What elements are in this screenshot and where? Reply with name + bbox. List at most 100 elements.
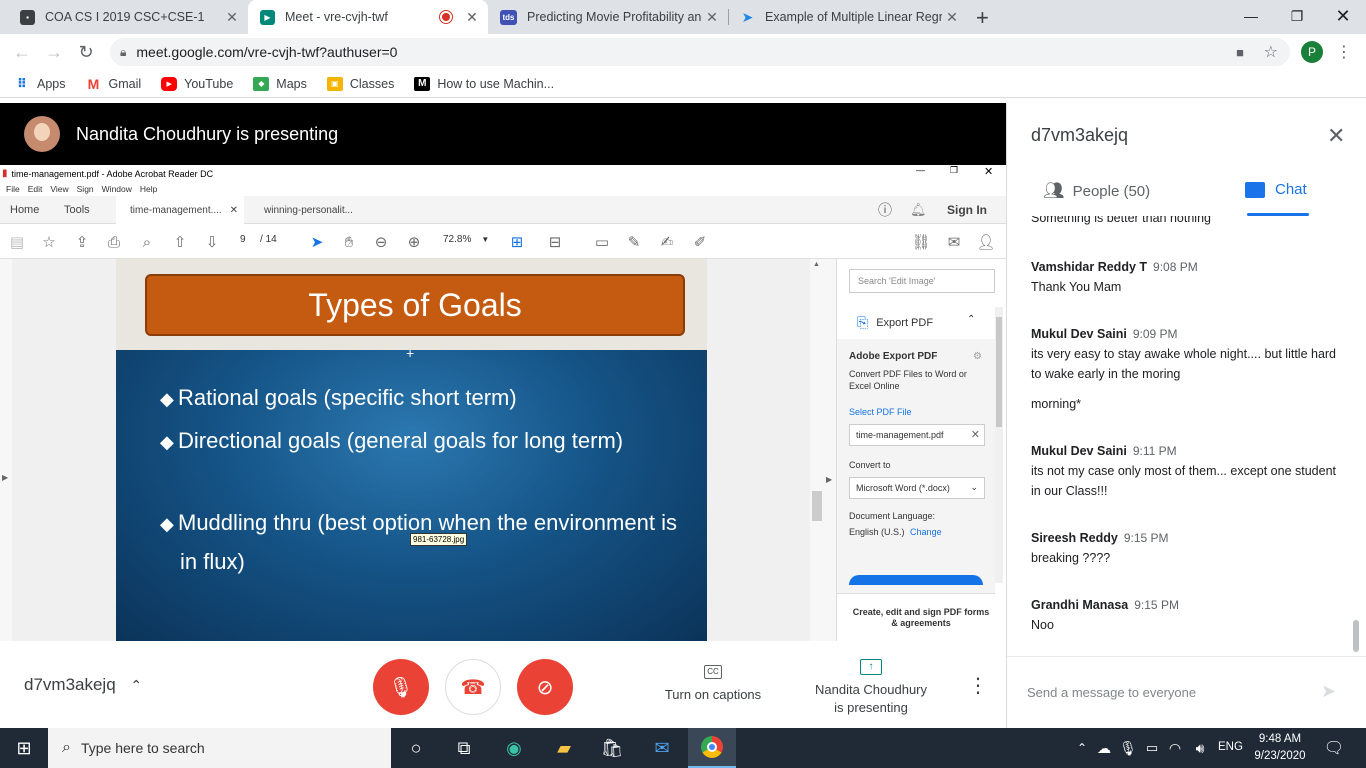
scroll-mode-icon[interactable]: ⊟ xyxy=(545,232,565,252)
mail-icon[interactable]: ✉ xyxy=(650,736,674,760)
address-bar[interactable]: 🔒︎ meet.google.com/vre-cvjh-twf?authuser… xyxy=(110,38,1290,66)
collapse-chevron-icon[interactable]: ⌃ xyxy=(967,314,975,325)
bookmark-star-icon[interactable]: ☆ xyxy=(39,232,59,252)
onedrive-icon[interactable]: ☁ xyxy=(1092,736,1116,760)
taskbar-search[interactable]: ⌕ Type here to search xyxy=(48,728,391,768)
back-icon[interactable]: ← xyxy=(11,41,33,63)
close-tab-icon[interactable]: ✕ xyxy=(222,9,242,26)
convert-button[interactable] xyxy=(849,575,983,585)
close-panel-icon[interactable]: ✕ xyxy=(1327,123,1345,149)
menu-view[interactable]: View xyxy=(50,184,68,194)
close-window-icon[interactable]: ✕ xyxy=(1320,0,1366,32)
fill-sign-icon[interactable]: ✐ xyxy=(690,232,710,252)
browser-tab-predicting[interactable]: tds Predicting Movie Profitability and ✕ xyxy=(488,0,728,34)
scroll-up-icon[interactable]: ▲ xyxy=(813,261,820,268)
bookmark-gmail[interactable]: M Gmail xyxy=(86,76,142,92)
help-icon[interactable]: ⓘ xyxy=(878,196,892,224)
tab-winning-personality[interactable]: winning-personalit... xyxy=(264,196,353,224)
acrobat-minimize-icon[interactable]: — xyxy=(916,165,925,175)
menu-kebab-icon[interactable]: ⋮ xyxy=(1336,42,1352,62)
more-options-icon[interactable]: ⋮ xyxy=(968,673,988,698)
add-user-icon[interactable]: 👤︎ xyxy=(976,232,996,252)
page-down-icon[interactable]: ⇩ xyxy=(202,232,222,252)
zoom-in-icon[interactable]: ⊕ xyxy=(404,232,424,252)
edge-icon[interactable]: ◉ xyxy=(502,736,526,760)
comment-icon[interactable]: ▭ xyxy=(592,232,612,252)
captions-button[interactable]: CC Turn on captions xyxy=(660,661,766,702)
chat-message-input[interactable]: Send a message to everyone xyxy=(1027,685,1196,700)
print-icon[interactable]: ⎙ xyxy=(104,232,124,252)
document-scrollbar[interactable]: ▲ xyxy=(810,259,824,641)
show-hidden-icons-icon[interactable]: ⌃ xyxy=(1070,736,1094,760)
language-indicator[interactable]: ENG xyxy=(1218,741,1243,753)
change-language-link[interactable]: Change xyxy=(910,527,942,537)
notification-bell-icon[interactable]: 🔔︎ xyxy=(910,196,927,224)
close-tab-icon[interactable]: ✕ xyxy=(462,9,482,26)
link-icon[interactable]: ⛓︎ xyxy=(911,232,931,252)
email-icon[interactable]: ✉ xyxy=(944,232,964,252)
camera-off-button[interactable]: ⊘ xyxy=(517,659,573,715)
restore-icon[interactable]: ❐ xyxy=(1274,0,1320,32)
star-icon[interactable]: ☆ xyxy=(1264,42,1278,62)
browser-tab-meet[interactable]: ▶ Meet - vre-cvjh-twf ✕ xyxy=(248,0,488,34)
tab-chat[interactable]: Chat xyxy=(1245,181,1307,198)
scroll-thumb[interactable] xyxy=(812,491,822,521)
bookmark-classes[interactable]: ▣ Classes xyxy=(326,76,394,91)
fit-page-icon[interactable]: ⊞ xyxy=(507,232,527,252)
chat-scroll-thumb[interactable] xyxy=(1353,620,1359,652)
document-area[interactable]: Types of Goals ◆ Rational goals (specific… xyxy=(12,259,810,641)
store-icon[interactable]: 🛍︎ xyxy=(600,736,624,760)
browser-tab-classroom[interactable]: ▪ COA CS I 2019 CSC+CSE-1 ✕ xyxy=(8,0,248,34)
new-tab-button[interactable]: + xyxy=(976,5,989,31)
bookmark-maps[interactable]: ◆ Maps xyxy=(253,76,307,91)
menu-file[interactable]: File xyxy=(6,184,20,194)
notifications-icon[interactable]: 🗨︎ xyxy=(1322,736,1346,760)
profile-avatar[interactable]: P xyxy=(1301,41,1323,63)
export-pdf-header[interactable]: ⎘ Export PDF xyxy=(857,314,933,331)
zoom-level-select[interactable]: 72.8% ▼ xyxy=(443,234,489,245)
cortana-icon[interactable]: ○ xyxy=(404,736,428,760)
wifi-icon[interactable]: ◠ xyxy=(1163,736,1187,760)
microphone-icon[interactable]: 🎙︎ xyxy=(1116,736,1140,760)
tab-tools[interactable]: Tools xyxy=(64,196,90,224)
menu-sign[interactable]: Sign xyxy=(77,184,94,194)
windows-start-icon[interactable]: ⊞ xyxy=(12,736,36,760)
bookmark-youtube[interactable]: ▶ YouTube xyxy=(161,76,233,91)
send-icon[interactable]: ➤ xyxy=(1321,681,1336,702)
right-pane-toggle[interactable]: ▶ xyxy=(824,259,836,641)
minimize-icon[interactable]: — xyxy=(1228,0,1274,32)
acrobat-restore-icon[interactable]: ❐ xyxy=(950,165,958,176)
select-cursor-icon[interactable]: ➤ xyxy=(307,232,327,252)
meeting-details-button[interactable]: d7vm3akejq ⌃ xyxy=(24,675,142,695)
sign-in-button[interactable]: Sign In xyxy=(947,196,987,224)
selected-file-field[interactable]: time-management.pdf ✕ xyxy=(849,424,985,446)
select-pdf-file-link[interactable]: Select PDF File xyxy=(849,407,912,417)
panel-scrollbar[interactable] xyxy=(995,307,1003,583)
bookmark-medium[interactable]: M How to use Machin... xyxy=(414,76,554,91)
task-view-icon[interactable]: ⧉ xyxy=(452,736,476,760)
close-doc-tab-icon[interactable]: ✕ xyxy=(230,205,238,216)
reload-icon[interactable]: ↻ xyxy=(75,41,97,63)
search-tools-input[interactable]: Search 'Edit Image' xyxy=(849,269,995,293)
battery-icon[interactable]: ▭ xyxy=(1140,736,1164,760)
tab-people[interactable]: 👥︎ People (50) xyxy=(1043,181,1150,201)
settings-icon[interactable]: ⚙︎ xyxy=(973,351,982,362)
save-icon[interactable]: ▤ xyxy=(7,232,27,252)
browser-tab-regression[interactable]: ➤ Example of Multiple Linear Regre ✕ xyxy=(728,0,968,34)
highlight-pen-icon[interactable]: ✎ xyxy=(624,232,644,252)
zoom-out-icon[interactable]: ⊖ xyxy=(371,232,391,252)
acrobat-close-icon[interactable]: ✕ xyxy=(984,165,993,178)
file-explorer-icon[interactable]: ▰ xyxy=(552,736,576,760)
draw-icon[interactable]: ✍︎ xyxy=(657,232,677,252)
left-pane-toggle[interactable]: ▶ xyxy=(0,259,12,641)
close-tab-icon[interactable]: ✕ xyxy=(702,9,722,26)
chrome-taskbar-button[interactable] xyxy=(688,728,736,768)
taskbar-clock[interactable]: 9:48 AM 9/23/2020 xyxy=(1252,731,1308,765)
hand-tool-icon[interactable]: ✋︎ xyxy=(339,232,359,252)
remove-file-icon[interactable]: ✕ xyxy=(971,428,980,441)
format-select[interactable]: Microsoft Word (*.docx) ⌄ xyxy=(849,477,985,499)
menu-window[interactable]: Window xyxy=(102,184,132,194)
upload-icon[interactable]: ⇪ xyxy=(72,232,92,252)
page-up-icon[interactable]: ⇧ xyxy=(170,232,190,252)
leave-call-button[interactable]: ☎︎ xyxy=(445,659,501,715)
